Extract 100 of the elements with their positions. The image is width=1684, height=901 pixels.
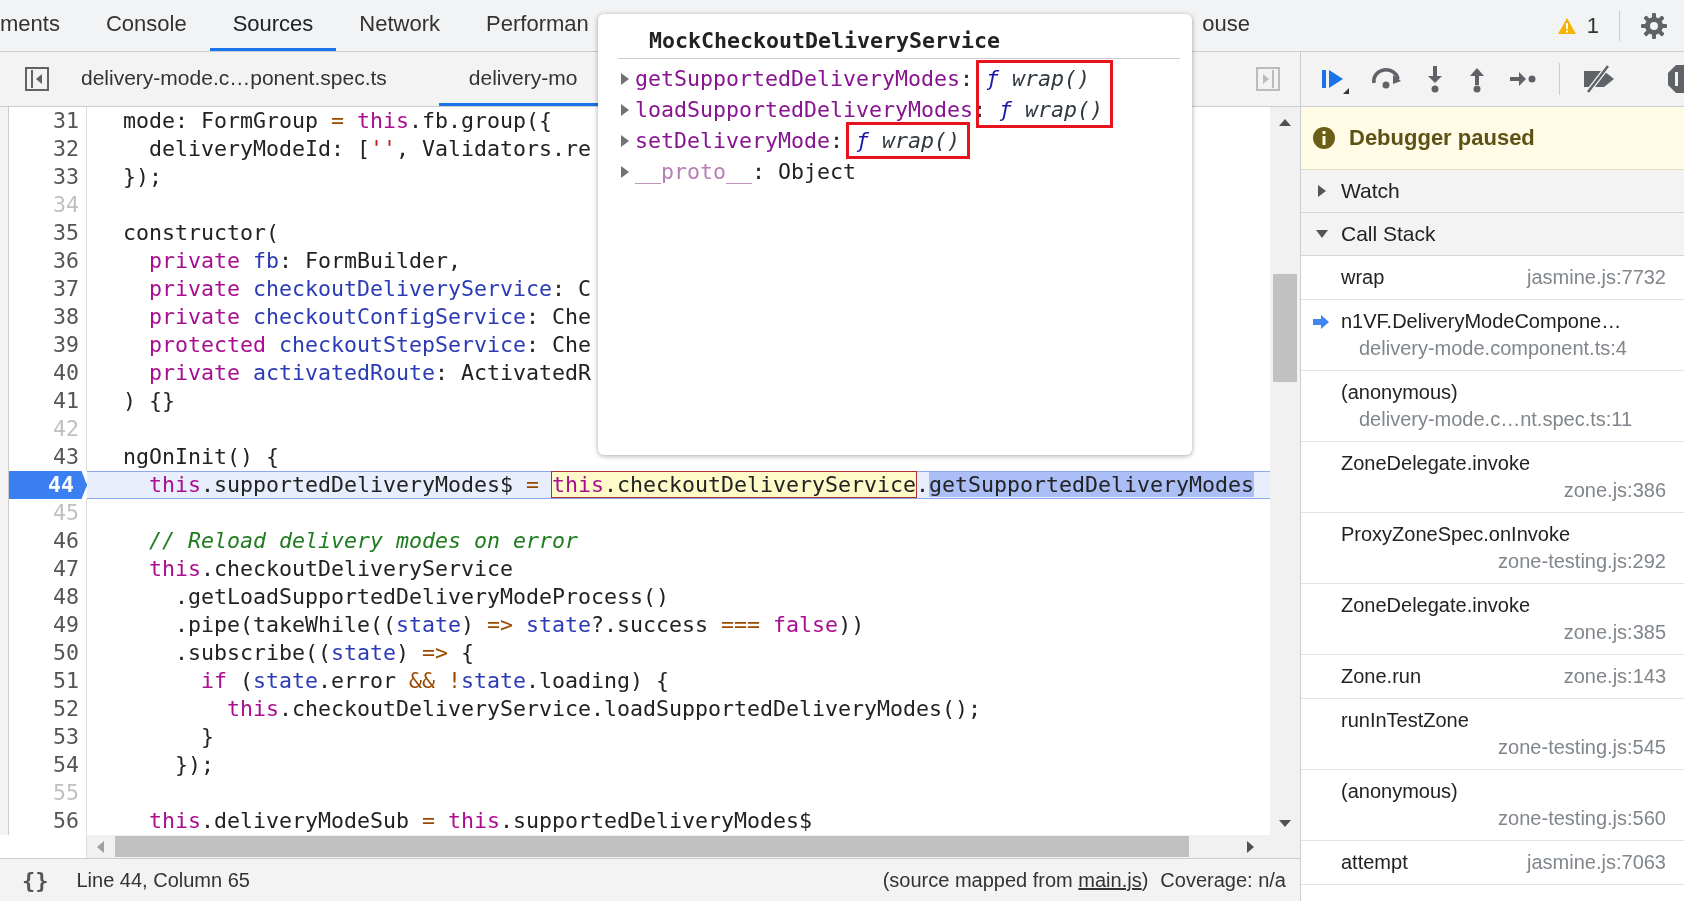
frame-location[interactable]: zone-testing.js:560	[1498, 805, 1666, 832]
panel-tab[interactable]: ments	[0, 0, 83, 51]
code-line: mode: FormGroup = this.fb.group({	[123, 108, 553, 133]
call-stack-frame[interactable]: Zone.run zone.js:143	[1301, 655, 1684, 699]
code-line: private checkoutDeliveryService: C	[148, 276, 592, 301]
frame-name[interactable]: wrap	[1341, 264, 1385, 291]
frame-name[interactable]: n1VF.DeliveryModeCompone…	[1341, 308, 1622, 335]
section-header[interactable]: Call Stack	[1301, 213, 1684, 256]
code-line: });	[174, 752, 214, 777]
code-line: if (state.error && !state.loading) {	[200, 668, 670, 693]
scrollbar-thumb[interactable]	[115, 836, 1189, 857]
frame-name[interactable]: (anonymous)	[1341, 379, 1458, 406]
warning-icon	[1556, 16, 1577, 35]
code-line: private fb: FormBuilder,	[148, 248, 462, 273]
line-number[interactable]: 49	[9, 611, 87, 639]
property-entry[interactable]: __proto__: Object	[635, 159, 857, 184]
line-number[interactable]: 37	[9, 275, 87, 303]
line-number[interactable]: 38	[9, 303, 87, 331]
frame-name[interactable]: Zone.run	[1341, 663, 1422, 690]
coverage-label: Coverage: n/a	[1160, 868, 1286, 892]
call-stack-frame[interactable]: ZoneDelegate.invoke zone.js:385	[1301, 584, 1684, 655]
panel-tab[interactable]: Network	[336, 0, 464, 51]
line-number[interactable]: 33	[9, 163, 87, 191]
line-number[interactable]: 41	[9, 387, 87, 415]
call-stack-frame[interactable]: (anonymous) zone-testing.js:560	[1301, 770, 1684, 841]
frame-location[interactable]: jasmine.js:7732	[1527, 264, 1666, 291]
call-stack-frame[interactable]: ProxyZoneSpec.onInvoke zone-testing.js:292	[1301, 513, 1684, 584]
line-number[interactable]: 53	[9, 723, 87, 751]
line-number[interactable]: 54	[9, 751, 87, 779]
panel-tab[interactable]: Console	[82, 0, 210, 51]
frame-location[interactable]: delivery-mode.component.ts:4	[1359, 335, 1627, 362]
call-stack-frame[interactable]: n1VF.DeliveryModeCompone… delivery-mode.component.ts:4	[1301, 300, 1684, 371]
frame-location[interactable]: zone-testing.js:292	[1498, 548, 1666, 575]
code-line: this.deliveryModeSub = this.supportedDeliveryModes$	[148, 808, 813, 833]
panel-tab[interactable]: ouse	[1179, 0, 1250, 51]
code-line: .pipe(takeWhile((state) => state?.success === false))	[174, 612, 865, 637]
scroll-up-icon[interactable]	[1278, 117, 1292, 127]
line-number[interactable]: 52	[9, 695, 87, 723]
sidebar-toggle-icon[interactable]	[25, 67, 49, 91]
sidebar-toggle-icon[interactable]	[1256, 67, 1280, 91]
call-stack-frame[interactable]: attempt jasmine.js:7063	[1301, 841, 1684, 885]
code-line: this.checkoutDeliveryService	[148, 556, 514, 581]
deactivate-breakpoints-icon[interactable]	[1582, 65, 1616, 93]
scroll-right-icon[interactable]	[1246, 839, 1256, 854]
scrollbar-thumb[interactable]	[1273, 274, 1297, 382]
line-number[interactable]: 51	[9, 667, 87, 695]
cursor-position: Line 44, Column 65	[76, 868, 250, 892]
frame-name[interactable]: runInTestZone	[1341, 707, 1469, 734]
step-icon[interactable]	[1509, 69, 1537, 89]
line-number[interactable]: 31	[9, 107, 87, 135]
frame-name[interactable]: (anonymous)	[1341, 778, 1458, 805]
frame-name[interactable]: attempt	[1341, 849, 1408, 876]
issues-button[interactable]: 1	[1556, 12, 1599, 39]
panel-tab[interactable]: Performan	[463, 0, 612, 51]
line-number[interactable]: 39	[9, 331, 87, 359]
popover-title: MockCheckoutDeliveryService	[648, 27, 1001, 55]
pretty-print-button[interactable]: {}	[22, 867, 49, 893]
frame-name[interactable]: ZoneDelegate.invoke	[1341, 592, 1530, 619]
code-line: ngOnInit() {	[123, 444, 279, 469]
code-line: constructor(	[123, 220, 279, 245]
frame-location[interactable]: jasmine.js:7063	[1527, 849, 1666, 876]
step-over-icon[interactable]	[1371, 67, 1403, 91]
call-stack-frame[interactable]: wrap jasmine.js:7732	[1301, 256, 1684, 300]
line-number[interactable]: 35	[9, 219, 87, 247]
scroll-down-icon[interactable]	[1278, 819, 1292, 829]
property-entry[interactable]: getSupportedDeliveryModes: ƒ wrap()	[635, 66, 1091, 91]
call-stack-frame[interactable]: runInTestZone zone-testing.js:545	[1301, 699, 1684, 770]
file-tab[interactable]: delivery-mode.c…ponent.spec.ts	[75, 52, 411, 106]
source-link[interactable]: main.js	[1078, 868, 1142, 891]
section-header[interactable]: Watch	[1301, 170, 1684, 213]
line-number[interactable]: 44	[9, 471, 87, 499]
section-title: Call Stack	[1341, 222, 1436, 246]
code-line: deliveryModeId: ['', Validators.re	[148, 136, 592, 161]
code-line: private activatedRoute: ActivatedR	[148, 360, 592, 385]
code-line: ) {}	[123, 388, 175, 413]
frame-location[interactable]: zone-testing.js:545	[1498, 734, 1666, 761]
line-number[interactable]: 50	[9, 639, 87, 667]
pause-on-exceptions-icon[interactable]	[1666, 64, 1684, 94]
call-stack-frame[interactable]: ZoneDelegate.invoke zone.js:386	[1301, 442, 1684, 513]
section-title: Watch	[1341, 179, 1400, 203]
line-number[interactable]: 47	[9, 555, 87, 583]
code-line: .subscribe((state) => {	[174, 640, 475, 665]
code-line: });	[123, 164, 162, 189]
line-number[interactable]: 48	[9, 583, 87, 611]
call-stack-frame[interactable]: (anonymous) delivery-mode.c…nt.spec.ts:11	[1301, 371, 1684, 442]
frame-location[interactable]: delivery-mode.c…nt.spec.ts:11	[1359, 406, 1633, 433]
line-number[interactable]: 36	[9, 247, 87, 275]
property-entry[interactable]: setDeliveryMode: ƒ wrap()	[635, 128, 961, 153]
line-number[interactable]: 46	[9, 527, 87, 555]
frame-name[interactable]: ProxyZoneSpec.onInvoke	[1341, 521, 1571, 548]
frame-location[interactable]: zone.js:143	[1563, 663, 1666, 690]
frame-location[interactable]: zone.js:386	[1563, 477, 1666, 504]
frame-name[interactable]: ZoneDelegate.invoke	[1341, 450, 1530, 477]
source-map-note: (source mapped from main.js)	[882, 868, 1149, 892]
code-line: .getLoadSupportedDeliveryModeProcess()	[174, 584, 670, 609]
line-number[interactable]: 40	[9, 359, 87, 387]
frame-location[interactable]: zone.js:385	[1563, 619, 1666, 646]
line-number[interactable]: 32	[9, 135, 87, 163]
line-number[interactable]: 56	[9, 807, 87, 835]
settings-icon[interactable]	[1640, 11, 1668, 40]
